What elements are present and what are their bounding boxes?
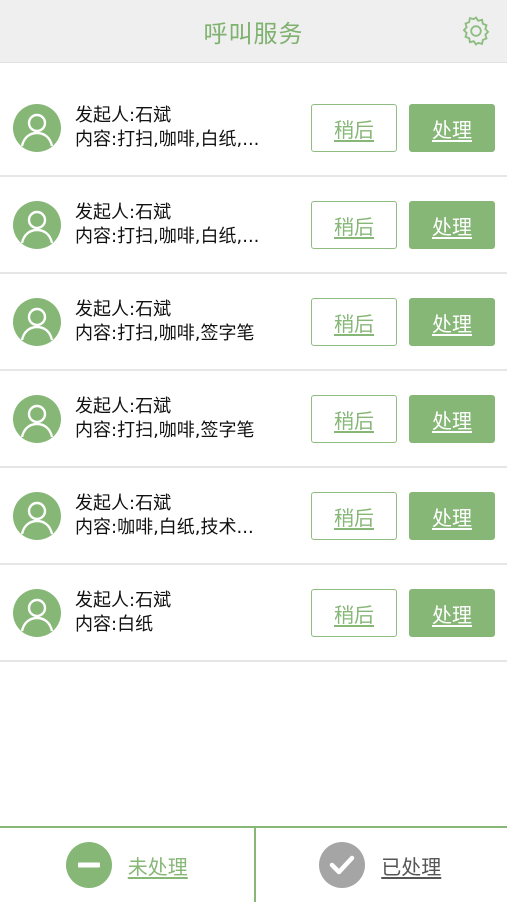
handle-button[interactable]: 处理 [409, 395, 495, 443]
gear-icon[interactable] [459, 14, 493, 48]
initiator-text: 发起人:石斌 [75, 395, 290, 419]
content-text: 内容:白纸 [75, 613, 290, 637]
minus-circle-icon [66, 842, 112, 888]
initiator-text: 发起人:石斌 [75, 492, 290, 516]
content-text: 内容:打扫,咖啡,白纸,... [75, 128, 290, 152]
page-title: 呼叫服务 [204, 14, 304, 49]
list-item: 发起人:石斌 内容:白纸 稍后 处理 [0, 565, 507, 662]
tab-unprocessed[interactable]: 未处理 [0, 828, 254, 902]
avatar-icon [13, 298, 61, 346]
later-button[interactable]: 稍后 [311, 104, 397, 152]
handle-button[interactable]: 处理 [409, 201, 495, 249]
handle-button[interactable]: 处理 [409, 298, 495, 346]
list-item: 发起人:石斌 内容:打扫,咖啡,签字笔 稍后 处理 [0, 371, 507, 468]
avatar-icon [13, 589, 61, 637]
avatar-icon [13, 104, 61, 152]
avatar-icon [13, 201, 61, 249]
initiator-text: 发起人:石斌 [75, 104, 290, 128]
list-item: 发起人:石斌 内容:咖啡,白纸,技术... 稍后 处理 [0, 468, 507, 565]
avatar-icon [13, 395, 61, 443]
handle-button[interactable]: 处理 [409, 492, 495, 540]
later-button[interactable]: 稍后 [311, 395, 397, 443]
list-item: 发起人:石斌 内容:打扫,咖啡,白纸,... 稍后 处理 [0, 177, 507, 274]
content-text: 内容:打扫,咖啡,签字笔 [75, 419, 290, 443]
initiator-text: 发起人:石斌 [75, 298, 290, 322]
check-circle-icon [319, 842, 365, 888]
item-text: 发起人:石斌 内容:打扫,咖啡,签字笔 [75, 298, 290, 346]
content-text: 内容:打扫,咖啡,签字笔 [75, 322, 290, 346]
header-bar: 呼叫服务 [0, 0, 507, 63]
later-button[interactable]: 稍后 [311, 201, 397, 249]
later-button[interactable]: 稍后 [311, 492, 397, 540]
later-button[interactable]: 稍后 [311, 298, 397, 346]
later-button[interactable]: 稍后 [311, 589, 397, 637]
item-text: 发起人:石斌 内容:咖啡,白纸,技术... [75, 492, 290, 540]
list-item: 发起人:石斌 内容:打扫,咖啡,白纸,... 稍后 处理 [0, 80, 507, 177]
list-item: 发起人:石斌 内容:打扫,咖啡,签字笔 稍后 处理 [0, 274, 507, 371]
initiator-text: 发起人:石斌 [75, 201, 290, 225]
bottom-tab-bar: 未处理 已处理 [0, 826, 507, 902]
item-text: 发起人:石斌 内容:打扫,咖啡,签字笔 [75, 395, 290, 443]
initiator-text: 发起人:石斌 [75, 589, 290, 613]
item-text: 发起人:石斌 内容:白纸 [75, 589, 290, 637]
tab-unprocessed-label: 未处理 [128, 851, 188, 880]
handle-button[interactable]: 处理 [409, 589, 495, 637]
item-text: 发起人:石斌 内容:打扫,咖啡,白纸,... [75, 104, 290, 152]
content-text: 内容:打扫,咖啡,白纸,... [75, 225, 290, 249]
tab-processed[interactable]: 已处理 [254, 828, 507, 902]
avatar-icon [13, 492, 61, 540]
call-list: 发起人:石斌 内容:打扫,咖啡,白纸,... 稍后 处理 发起人:石斌 内容:打… [0, 80, 507, 662]
tab-processed-label: 已处理 [381, 851, 441, 880]
item-text: 发起人:石斌 内容:打扫,咖啡,白纸,... [75, 201, 290, 249]
handle-button[interactable]: 处理 [409, 104, 495, 152]
content-text: 内容:咖啡,白纸,技术... [75, 516, 290, 540]
